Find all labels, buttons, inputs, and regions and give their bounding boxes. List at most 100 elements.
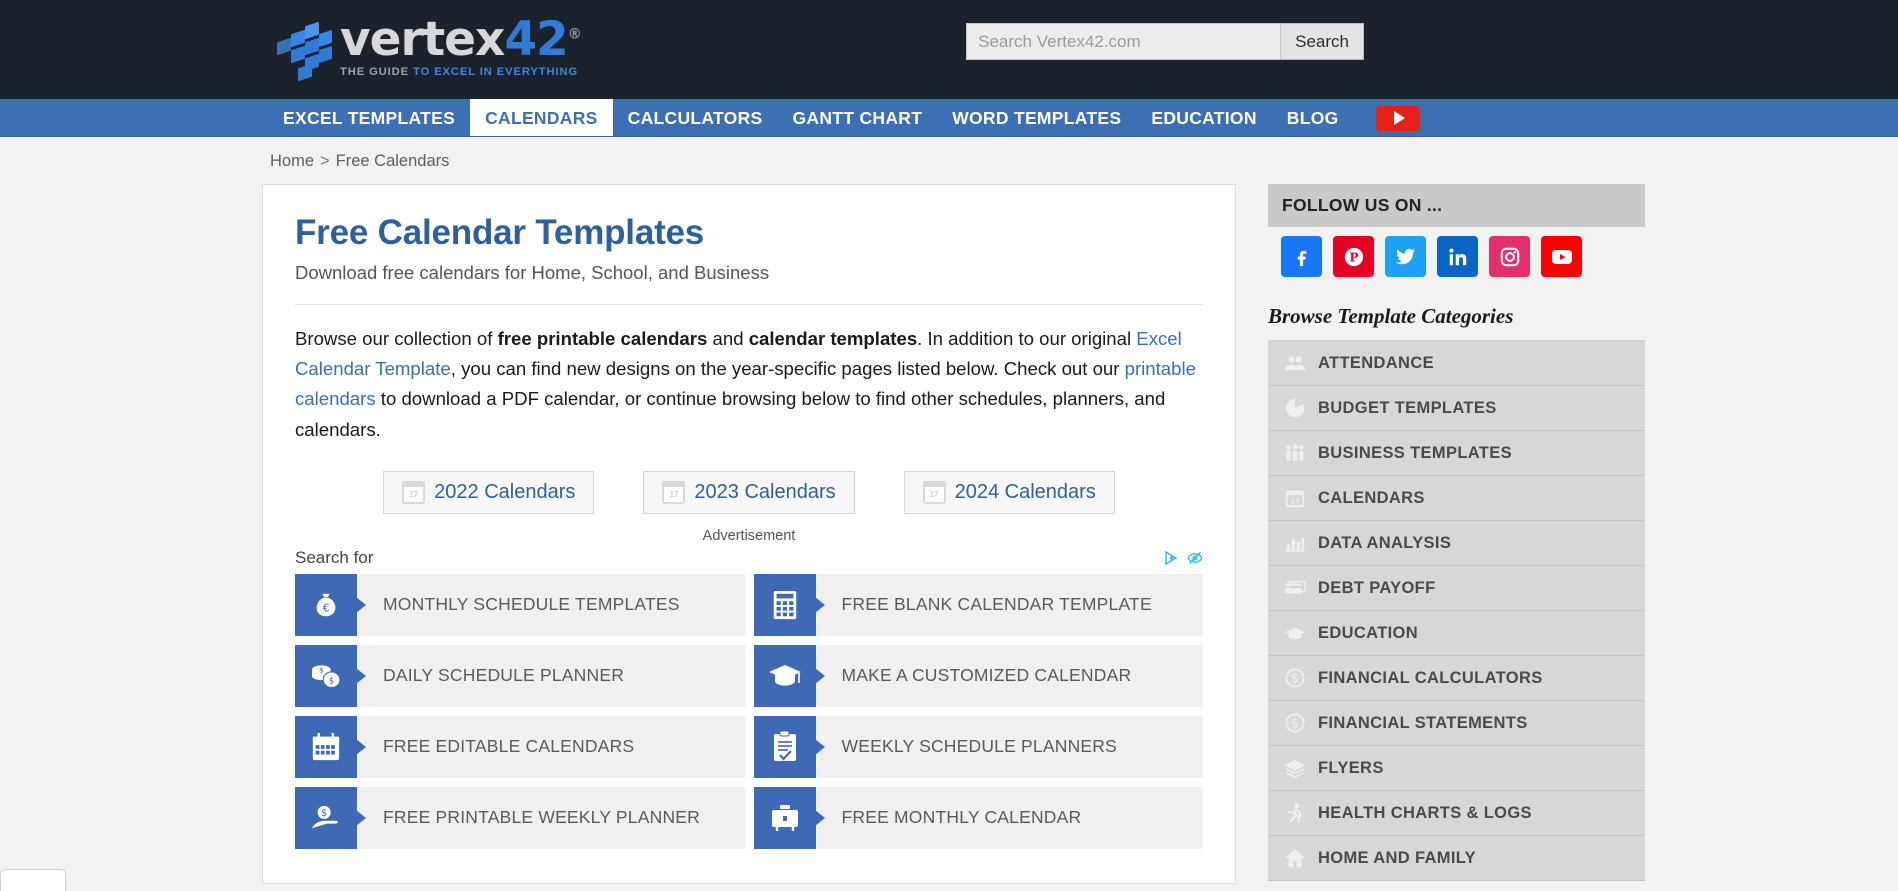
svg-text:17: 17 — [1291, 498, 1300, 506]
category-label: BUDGET TEMPLATES — [1318, 398, 1497, 417]
category-label: BUSINESS TEMPLATES — [1318, 443, 1512, 462]
vertex42-logo-icon — [277, 21, 332, 82]
main-content: Free Calendar Templates Download free ca… — [262, 184, 1236, 884]
ad-tile[interactable]: € MONTHLY SCHEDULE TEMPLATES — [295, 573, 745, 636]
follow-us-header: FOLLOW US ON ... — [1268, 184, 1645, 227]
linkedin-icon[interactable] — [1437, 236, 1478, 277]
instagram-icon[interactable] — [1489, 236, 1530, 277]
hand-money-icon: $ — [295, 786, 357, 849]
ad-tile[interactable]: $ FREE PRINTABLE WEEKLY PLANNER — [295, 786, 745, 849]
year-button-label: 2022 Calendars — [434, 480, 576, 503]
logo-text: vertex42® THE GUIDE TO EXCEL IN EVERYTHI… — [340, 16, 582, 82]
sidebar-item-business-templates[interactable]: BUSINESS TEMPLATES — [1268, 431, 1645, 476]
sidebar-item-health-charts-logs[interactable]: HEALTH CHARTS & LOGS — [1268, 791, 1645, 836]
svg-text:$: $ — [1291, 672, 1299, 687]
money-bag-icon: € — [295, 573, 357, 636]
graduation-cap-icon — [753, 644, 816, 707]
category-label: FINANCIAL CALCULATORS — [1318, 668, 1543, 687]
nav-item-excel-templates[interactable]: EXCEL TEMPLATES — [268, 99, 470, 137]
category-list: ATTENDANCE BUDGET TEMPLATES BUSINESS TEM… — [1268, 340, 1645, 881]
intro-bold-2: calendar templates — [748, 328, 918, 350]
tagline-prefix: THE GUIDE — [340, 66, 414, 78]
page-subtitle: Download free calendars for Home, School… — [295, 262, 1203, 306]
category-label: CALENDARS — [1318, 488, 1425, 507]
logo-tagline: THE GUIDE TO EXCEL IN EVERYTHING — [340, 66, 581, 78]
sidebar-item-calendars[interactable]: 17 CALENDARS — [1268, 476, 1645, 521]
ad-tile[interactable]: FREE BLANK CALENDAR TEMPLATE — [753, 573, 1203, 636]
browser-status-bar — [0, 869, 66, 891]
dollar-icon: $ — [1283, 666, 1307, 690]
adchoices-icon[interactable] — [1164, 550, 1180, 566]
sidebar-item-home-and-family[interactable]: HOME AND FAMILY — [1268, 836, 1645, 881]
year-button-label: 2023 Calendars — [694, 480, 836, 503]
sidebar-item-education[interactable]: EDUCATION — [1268, 611, 1645, 656]
sidebar-item-attendance[interactable]: ATTENDANCE — [1268, 341, 1645, 386]
briefcase-icon — [753, 786, 816, 849]
sidebar-item-financial-statements[interactable]: $ FINANCIAL STATEMENTS — [1268, 701, 1645, 746]
category-label: FINANCIAL STATEMENTS — [1318, 713, 1528, 732]
group-icon — [1283, 441, 1307, 465]
svg-text:$: $ — [329, 675, 334, 685]
nav-item-blog[interactable]: BLOG — [1272, 99, 1354, 137]
sidebar-item-flyers[interactable]: FLYERS — [1268, 746, 1645, 791]
svg-text:$: $ — [321, 808, 327, 819]
category-label: DATA ANALYSIS — [1318, 533, 1452, 552]
nav-item-gantt-chart[interactable]: GANTT CHART — [778, 99, 938, 137]
page-title: Free Calendar Templates — [295, 213, 705, 252]
clipboard-check-icon — [753, 715, 816, 778]
ad-tile-label: FREE MONTHLY CALENDAR — [841, 807, 1082, 828]
category-label: HOME AND FAMILY — [1318, 848, 1477, 867]
sidebar-item-debt-payoff[interactable]: DEBT PAYOFF — [1268, 566, 1645, 611]
ad-tile[interactable]: MAKE A CUSTOMIZED CALENDAR — [753, 644, 1203, 707]
breadcrumb: Home > Free Calendars — [0, 137, 1898, 184]
ad-search-for-label: Search for — [295, 547, 374, 567]
logo-word-vertex: vertex — [340, 12, 505, 67]
ad-tile[interactable]: $ $ DAILY SCHEDULE PLANNER — [295, 644, 745, 707]
category-label: ATTENDANCE — [1318, 353, 1434, 372]
people-icon — [1283, 351, 1307, 375]
ad-tile[interactable]: FREE EDITABLE CALENDARS — [295, 715, 745, 778]
nav-item-calculators[interactable]: CALCULATORS — [613, 99, 778, 137]
breadcrumb-home[interactable]: Home — [270, 152, 314, 170]
site-logo[interactable]: vertex42® THE GUIDE TO EXCEL IN EVERYTHI… — [277, 16, 582, 82]
year-button-2022[interactable]: 2022 Calendars — [383, 470, 595, 514]
browse-categories-title: Browse Template Categories — [1268, 304, 1514, 328]
year-button-2023[interactable]: 2023 Calendars — [643, 470, 855, 514]
running-person-icon — [1283, 801, 1307, 825]
hide-ad-icon[interactable] — [1187, 550, 1203, 566]
ad-tile[interactable]: WEEKLY SCHEDULE PLANNERS — [753, 715, 1203, 778]
search-button[interactable]: Search — [1281, 23, 1364, 60]
sidebar-item-budget-templates[interactable]: BUDGET TEMPLATES — [1268, 386, 1645, 431]
svg-text:€: € — [323, 602, 330, 614]
svg-text:$: $ — [1291, 717, 1299, 732]
ad-tile-label: FREE EDITABLE CALENDARS — [383, 736, 635, 757]
bar-chart-icon — [1283, 531, 1307, 555]
layers-icon — [1283, 756, 1307, 780]
search-input[interactable] — [966, 23, 1282, 60]
breadcrumb-current: Free Calendars — [335, 152, 450, 170]
ad-tile[interactable]: FREE MONTHLY CALENDAR — [753, 786, 1203, 849]
nav-item-education[interactable]: EDUCATION — [1136, 99, 1271, 137]
calendar-icon: 17 — [1283, 486, 1307, 510]
youtube-icon[interactable] — [1541, 236, 1582, 277]
twitter-icon[interactable] — [1385, 236, 1426, 277]
svg-text:P: P — [1349, 250, 1358, 264]
site-header: vertex42® THE GUIDE TO EXCEL IN EVERYTHI… — [0, 0, 1898, 99]
year-button-2024[interactable]: 2024 Calendars — [903, 470, 1115, 514]
youtube-icon[interactable] — [1375, 105, 1420, 131]
main-navigation: EXCEL TEMPLATES CALENDARS CALCULATORS GA… — [0, 99, 1898, 137]
sidebar-item-data-analysis[interactable]: DATA ANALYSIS — [1268, 521, 1645, 566]
ad-tile-grid: € MONTHLY SCHEDULE TEMPLATES FREE BLANK … — [295, 573, 1203, 849]
sidebar-item-financial-calculators[interactable]: $ FINANCIAL CALCULATORS — [1268, 656, 1645, 701]
ad-tile-label: WEEKLY SCHEDULE PLANNERS — [841, 736, 1117, 757]
social-links: P — [1268, 227, 1645, 277]
nav-item-word-templates[interactable]: WORD TEMPLATES — [937, 99, 1136, 137]
facebook-icon[interactable] — [1281, 236, 1322, 277]
page-body: Free Calendar Templates Download free ca… — [0, 184, 1898, 884]
site-search: Search — [966, 23, 1364, 60]
category-label: DEBT PAYOFF — [1318, 578, 1436, 597]
calendar-icon — [402, 480, 426, 504]
category-label: HEALTH CHARTS & LOGS — [1318, 803, 1532, 822]
nav-item-calendars[interactable]: CALENDARS — [470, 99, 613, 137]
pinterest-icon[interactable]: P — [1333, 236, 1374, 277]
